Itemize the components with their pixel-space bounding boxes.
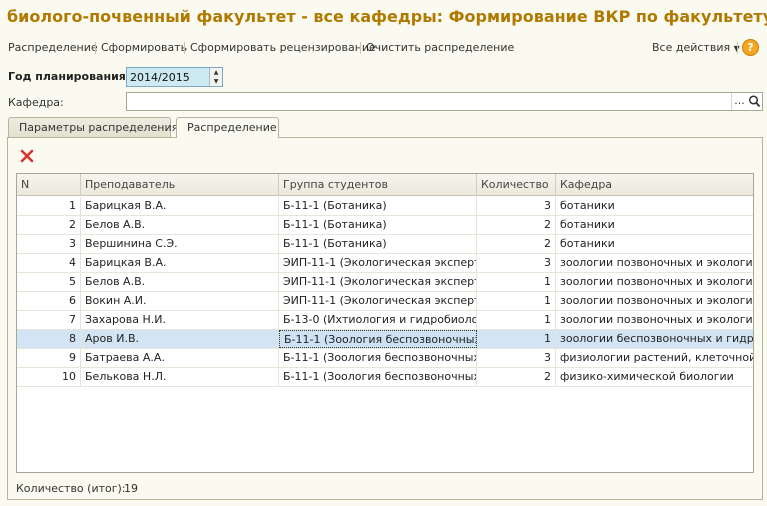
table-row[interactable]: 9 Батраева А.А. Б-11-1 (Зоология беспозвон…	[17, 349, 753, 368]
cell-group[interactable]: ЭИП-11-1 (Экологическая эксперти...	[279, 273, 477, 291]
cell-n[interactable]: 4	[17, 254, 81, 272]
spin-down-icon[interactable]: ▼	[210, 77, 222, 86]
cell-kafedra[interactable]: зоологии позвоночных и экологии	[556, 254, 753, 272]
toolbar-separator	[737, 42, 738, 54]
cell-kafedra[interactable]: физико-химической биологии	[556, 368, 753, 386]
cell-count[interactable]: 1	[477, 273, 556, 291]
generate-button[interactable]: Сформировать	[101, 41, 187, 54]
cell-n[interactable]: 1	[17, 197, 81, 215]
cell-kafedra[interactable]: зоологии позвоночных и экологии	[556, 311, 753, 329]
help-icon[interactable]: ?	[742, 39, 759, 56]
cell-count[interactable]: 2	[477, 216, 556, 234]
cell-group[interactable]: Б-11-1 (Зоология беспозвоночных)	[279, 349, 477, 367]
distribution-table[interactable]: N Преподаватель Группа студентов Количес…	[16, 173, 754, 473]
all-actions-menu[interactable]: Все действия ▼	[652, 41, 740, 54]
cell-teacher[interactable]: Вершинина С.Э.	[81, 235, 279, 253]
cell-kafedra[interactable]: зоологии беспозвоночных и гидро...	[556, 330, 753, 348]
cell-kafedra[interactable]: ботаники	[556, 235, 753, 253]
clear-distribution-button[interactable]: Очистить распределение	[366, 41, 514, 54]
cell-n[interactable]: 6	[17, 292, 81, 310]
year-label: Год планирования:	[8, 70, 131, 83]
table-row[interactable]: 2 Белов А.В. Б-11-1 (Ботаника) 2 ботаники	[17, 216, 753, 235]
cell-teacher[interactable]: Барицкая В.А.	[81, 197, 279, 215]
total-label: Количество (итог):	[16, 482, 126, 495]
cell-teacher[interactable]: Батраева А.А.	[81, 349, 279, 367]
window-title: биолого-почвенный факультет - все кафедр…	[7, 7, 767, 26]
cell-kafedra[interactable]: ботаники	[556, 216, 753, 234]
table-row[interactable]: 1 Барицкая В.А. Б-11-1 (Ботаника) 3 ботаники	[17, 197, 753, 216]
total-value: 19	[124, 482, 138, 495]
cell-count[interactable]: 1	[477, 311, 556, 329]
table-header: N Преподаватель Группа студентов Количес…	[17, 174, 753, 196]
total-count: Количество (итог): 19	[16, 482, 138, 495]
cell-group[interactable]: Б-11-1 (Ботаника)	[279, 235, 477, 253]
cell-group[interactable]: Б-11-1 (Зоология беспозвоночных)	[279, 368, 477, 386]
cell-n[interactable]: 3	[17, 235, 81, 253]
column-header-count[interactable]: Количество	[477, 174, 556, 196]
cell-kafedra[interactable]: зоологии позвоночных и экологии	[556, 273, 753, 291]
cell-count[interactable]: 1	[477, 330, 556, 348]
toolbar-separator	[360, 42, 361, 54]
cell-group[interactable]: Б-13-0 (Ихтиология и гидробиология)	[279, 311, 477, 329]
cell-count[interactable]: 1	[477, 292, 556, 310]
cell-n[interactable]: 8	[17, 330, 81, 348]
table-row[interactable]: 3 Вершинина С.Э. Б-11-1 (Ботаника) 2 ботаник…	[17, 235, 753, 254]
column-header-kafedra[interactable]: Кафедра	[556, 174, 753, 196]
toolbar-separator	[95, 42, 96, 54]
cell-count[interactable]: 3	[477, 197, 556, 215]
cell-count[interactable]: 3	[477, 254, 556, 272]
column-header-group[interactable]: Группа студентов	[279, 174, 477, 196]
table-row[interactable]: 8 Аров И.В. Б-11-1 (Зоология беспозвоночны…	[17, 330, 753, 349]
year-spinner[interactable]: ▲ ▼	[209, 68, 222, 86]
cell-count[interactable]: 2	[477, 368, 556, 386]
table-row[interactable]: 4 Барицкая В.А. ЭИП-11-1 (Экологическая эк…	[17, 254, 753, 273]
kafedra-label: Кафедра:	[8, 96, 64, 109]
table-row[interactable]: 5 Белов А.В. ЭИП-11-1 (Экологическая экспе…	[17, 273, 753, 292]
column-header-n[interactable]: N	[17, 174, 81, 196]
kafedra-field[interactable]: ...	[126, 92, 763, 111]
cell-kafedra[interactable]: ботаники	[556, 197, 753, 215]
cell-n[interactable]: 10	[17, 368, 81, 386]
generate-review-button[interactable]: Сформировать рецензирование	[190, 41, 376, 54]
cell-group[interactable]: Б-11-1 (Ботаника)	[279, 216, 477, 234]
cell-teacher[interactable]: Аров И.В.	[81, 330, 279, 348]
search-icon[interactable]	[748, 94, 761, 109]
kafedra-select-button[interactable]: ...	[731, 93, 747, 110]
cell-count[interactable]: 2	[477, 235, 556, 253]
cell-teacher[interactable]: Белов А.В.	[81, 216, 279, 234]
cell-teacher[interactable]: Вокин А.И.	[81, 292, 279, 310]
command-bar: Распределение Сформировать Сформировать …	[0, 38, 767, 58]
delete-icon[interactable]	[20, 149, 34, 163]
distribute-button[interactable]: Распределение	[8, 41, 98, 54]
table-row[interactable]: 10 Белькова Н.Л. Б-11-1 (Зоология беспозво…	[17, 368, 753, 387]
cell-group[interactable]: ЭИП-11-1 (Экологическая эксперти...	[279, 254, 477, 272]
cell-n[interactable]: 7	[17, 311, 81, 329]
year-value: 2014/2015	[130, 71, 190, 84]
cell-teacher[interactable]: Белькова Н.Л.	[81, 368, 279, 386]
all-actions-label: Все действия	[652, 41, 731, 54]
spin-up-icon[interactable]: ▲	[210, 68, 222, 77]
cell-group[interactable]: Б-11-1 (Ботаника)	[279, 197, 477, 215]
cell-count[interactable]: 3	[477, 349, 556, 367]
cell-teacher[interactable]: Барицкая В.А.	[81, 254, 279, 272]
cell-teacher[interactable]: Захарова Н.И.	[81, 311, 279, 329]
year-field[interactable]: 2014/2015 ▲ ▼	[126, 67, 223, 87]
cell-teacher[interactable]: Белов А.В.	[81, 273, 279, 291]
column-header-teacher[interactable]: Преподаватель	[81, 174, 279, 196]
cell-n[interactable]: 5	[17, 273, 81, 291]
cell-n[interactable]: 2	[17, 216, 81, 234]
tab-distribution[interactable]: Распределение	[176, 117, 279, 138]
cell-kafedra[interactable]: зоологии позвоночных и экологии	[556, 292, 753, 310]
tab-distribution-params[interactable]: Параметры распределения	[8, 117, 178, 137]
distribution-panel: N Преподаватель Группа студентов Количес…	[7, 137, 763, 500]
cell-group[interactable]: ЭИП-11-1 (Экологическая эксперти...	[279, 292, 477, 310]
cell-kafedra[interactable]: физиологии растений, клеточной б...	[556, 349, 753, 367]
cell-n[interactable]: 9	[17, 349, 81, 367]
table-row[interactable]: 6 Вокин А.И. ЭИП-11-1 (Экологическая экспе…	[17, 292, 753, 311]
toolbar-separator	[184, 42, 185, 54]
table-row[interactable]: 7 Захарова Н.И. Б-13-0 (Ихтиология и гидро…	[17, 311, 753, 330]
cell-group[interactable]: Б-11-1 (Зоология беспозвоночных)	[279, 330, 477, 348]
